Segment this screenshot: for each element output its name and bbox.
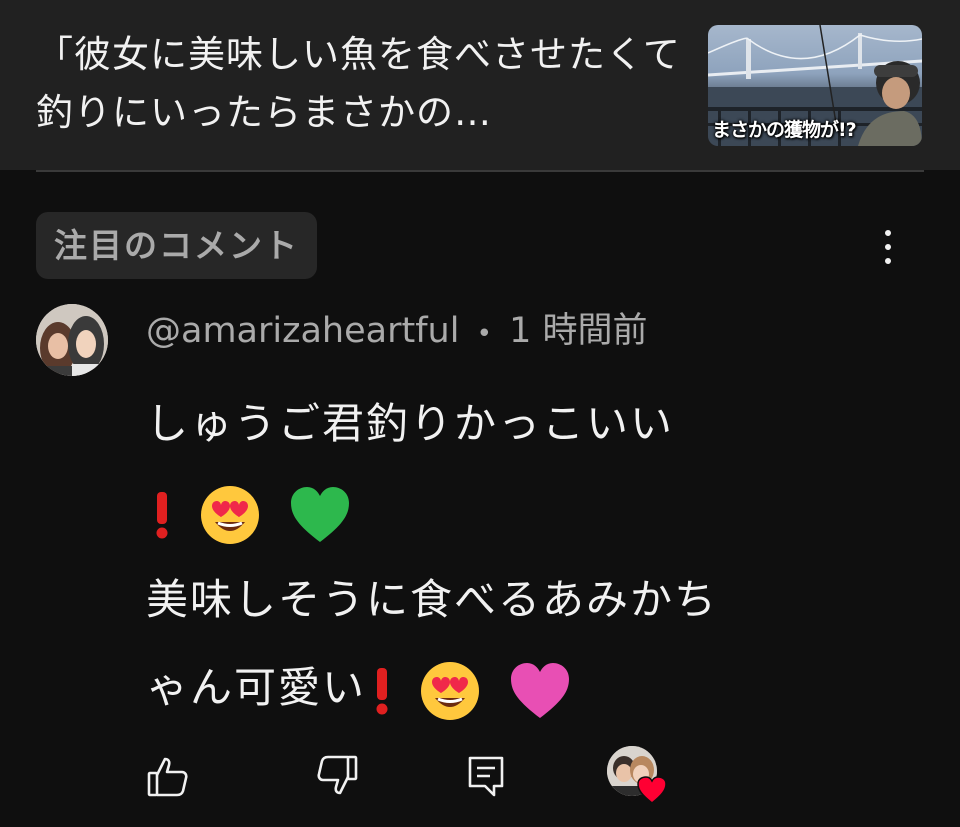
comment-meta: @amarizaheartful • 1 時間前 xyxy=(146,306,647,359)
green-heart-icon xyxy=(290,486,349,542)
like-button[interactable] xyxy=(140,748,196,804)
avatar[interactable] xyxy=(36,304,108,376)
thumbs-down-icon xyxy=(317,755,358,795)
heart-eyes-emoji-icon xyxy=(421,661,480,720)
reply-button[interactable] xyxy=(458,748,514,804)
heart-eyes-emoji-icon xyxy=(201,485,260,544)
avatar-image xyxy=(36,304,108,376)
exclamation-icon xyxy=(156,491,168,538)
video-header[interactable]: 「彼女に美味しい魚を食べさせたくて釣りにいったらまさかの… まさかの獲物が!? xyxy=(0,0,960,170)
comment-line-3: 美味しそうに食べるあみかち xyxy=(146,575,719,624)
more-vert-icon[interactable] xyxy=(866,222,910,272)
reply-icon xyxy=(468,756,504,797)
exclamation-icon xyxy=(376,667,388,714)
comment-time: 1 時間前 xyxy=(509,311,648,351)
comment-line-2 xyxy=(146,468,906,556)
comment-actions xyxy=(0,740,960,810)
comment-text: しゅうご君釣りかっこいい 美味しそうに食べるあみかち ゃん可愛い xyxy=(146,380,906,732)
creator-heart-badge xyxy=(607,746,667,804)
meta-separator: • xyxy=(476,319,492,349)
heart-icon xyxy=(637,776,667,804)
comment-line-1: しゅうご君釣りかっこいい xyxy=(146,399,675,448)
pink-heart-icon xyxy=(510,662,569,718)
comment-author[interactable]: @amarizaheartful xyxy=(146,311,459,351)
thumbnail-caption: まさかの獲物が!? xyxy=(712,119,857,141)
video-thumbnail[interactable]: まさかの獲物が!? xyxy=(708,25,922,146)
comment-line-4: ゃん可愛い xyxy=(146,644,906,732)
divider xyxy=(36,170,924,172)
highlighted-comment-chip: 注目のコメント xyxy=(36,212,317,279)
video-title[interactable]: 「彼女に美味しい魚を食べさせたくて釣りにいったらまさかの… xyxy=(36,26,686,142)
thumbs-up-icon xyxy=(147,757,188,797)
dislike-button[interactable] xyxy=(309,748,365,804)
